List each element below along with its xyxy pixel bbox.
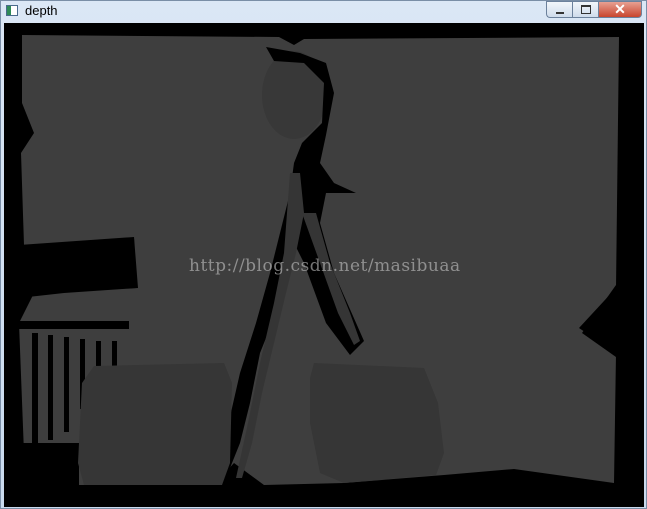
bottom-no-data: [4, 485, 644, 507]
close-button[interactable]: ✕: [598, 1, 642, 18]
minimize-icon: [555, 11, 564, 14]
left-box: [78, 363, 232, 485]
minimize-button[interactable]: [546, 1, 572, 18]
watermark-text: http://blog.csdn.net/masibuaa: [189, 256, 461, 276]
window-title: depth: [25, 3, 58, 18]
window-controls: ✕: [546, 1, 642, 19]
close-icon: ✕: [614, 1, 626, 17]
depth-image: http://blog.csdn.net/masibuaa: [4, 23, 644, 507]
right-box: [310, 363, 444, 483]
title-bar[interactable]: depth ✕: [1, 1, 646, 23]
left-wall-shadow: [19, 237, 138, 298]
window-frame: depth ✕ http://blog.csdn.net/masibuaa: [0, 0, 647, 509]
app-icon: [6, 5, 18, 16]
maximize-icon: [580, 5, 591, 14]
maximize-button[interactable]: [572, 1, 598, 18]
